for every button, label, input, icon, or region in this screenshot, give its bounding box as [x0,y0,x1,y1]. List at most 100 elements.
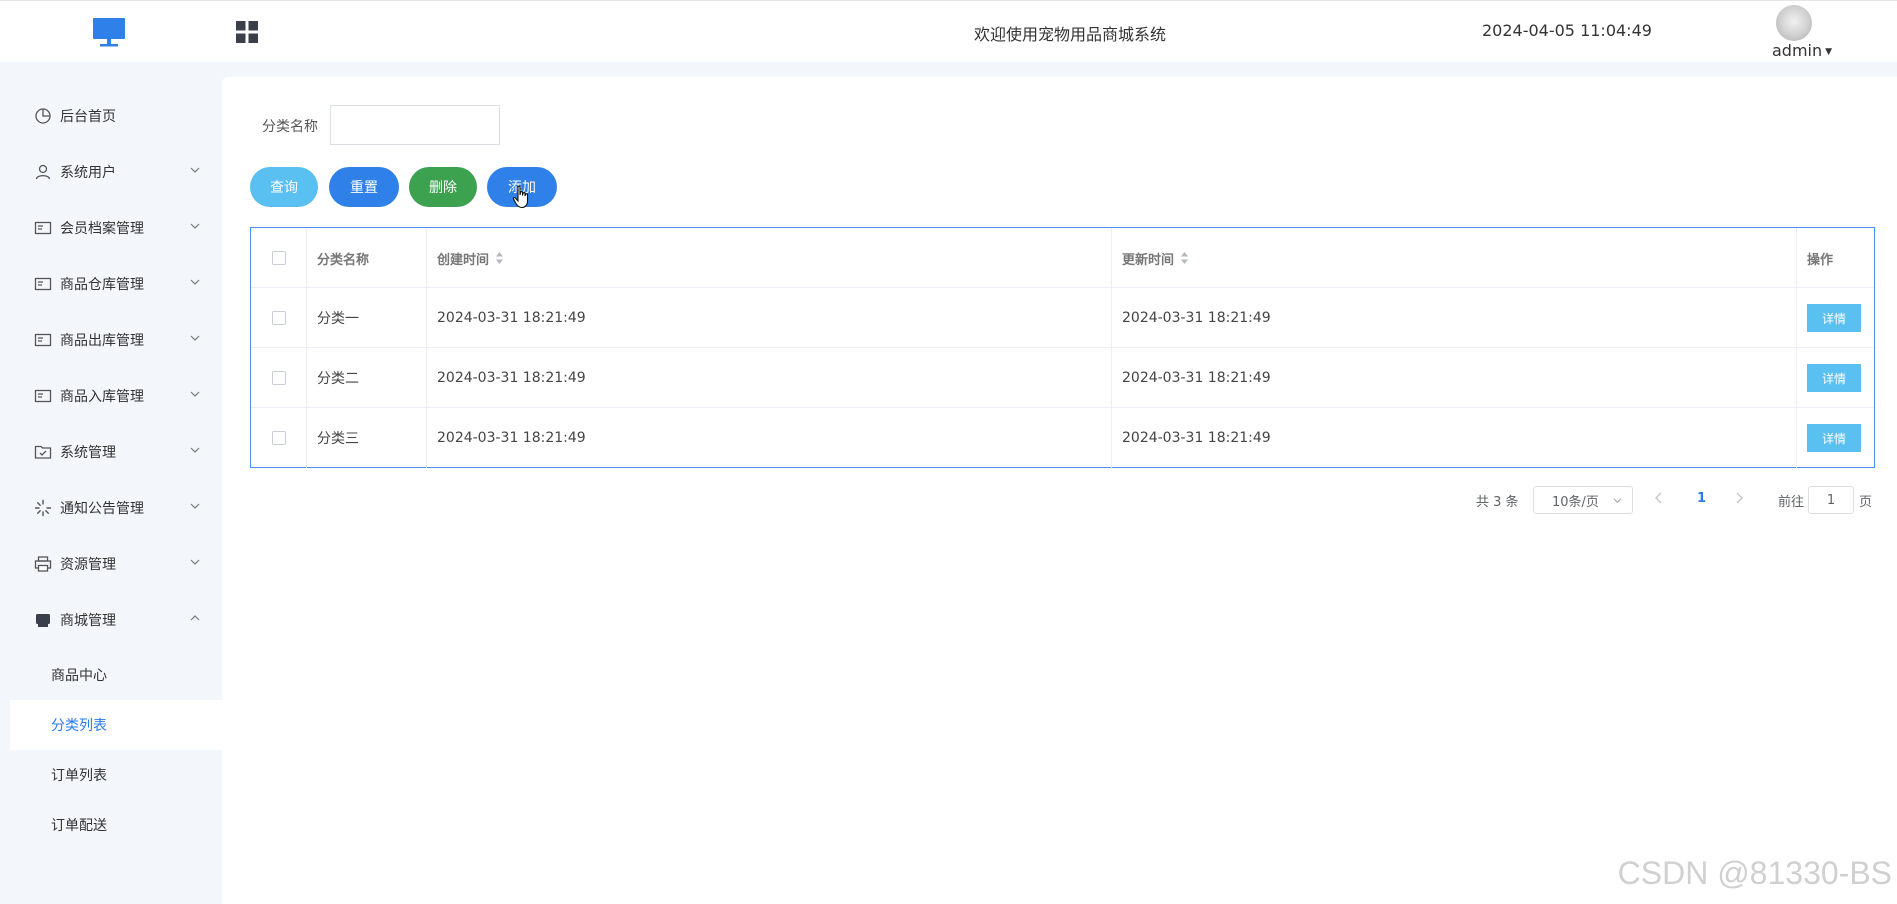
chevron-up-icon [190,615,200,621]
select-all-checkbox[interactable] [271,251,286,265]
id-card-icon [34,333,52,347]
sidebar-subitem-label: 订单配送 [51,818,107,834]
sidebar-item-inbound[interactable]: 商品入库管理 [10,368,222,424]
cell-created: 2024-03-31 18:21:49 [426,348,1111,408]
id-card-icon [34,221,52,235]
chevron-down-icon [1613,498,1622,504]
cell-updated: 2024-03-31 18:21:49 [1111,288,1796,348]
header-name: 分类名称 [306,228,426,288]
goto-label: 前往 [1778,495,1805,510]
cell-action: 详情 [1796,408,1876,468]
id-card-icon [34,389,52,403]
sidebar-item-member-archive[interactable]: 会员档案管理 [10,200,222,256]
cell-created: 2024-03-31 18:21:49 [426,408,1111,468]
header-checkbox-cell [251,228,306,288]
page-size-select[interactable]: 10条/页 [1533,486,1633,514]
page-number-current[interactable]: 1 [1697,491,1706,506]
sidebar-item-label: 后台首页 [60,109,116,125]
cell-name: 分类三 [306,408,426,468]
sidebar-item-resources[interactable]: 资源管理 [10,536,222,592]
loading-icon [34,499,52,517]
header-updated[interactable]: 更新时间 [1111,228,1796,288]
sidebar-subitem-category-list[interactable]: 分类列表 [10,700,222,750]
header-action-label: 操作 [1807,252,1834,268]
add-button[interactable]: 添加 [487,167,557,207]
sidebar-item-label: 系统管理 [60,445,116,461]
sidebar-item-notice[interactable]: 通知公告管理 [10,480,222,536]
sidebar-item-dashboard[interactable]: 后台首页 [10,88,222,144]
page-size-value: 10条/页 [1552,494,1599,510]
header-created[interactable]: 创建时间 [426,228,1111,288]
table-header-row: 分类名称 创建时间 更新时间 操作 [251,228,1874,288]
main-content: 分类名称 查询 重置 删除 添加 分类名称 创建时间 更新时间 操作 分类一 2… [222,77,1897,904]
category-table: 分类名称 创建时间 更新时间 操作 分类一 2024-03-31 18:21:4… [250,227,1875,468]
sidebar-item-system-management[interactable]: 系统管理 [10,424,222,480]
sidebar-item-label: 商品入库管理 [60,389,144,405]
user-menu[interactable]: admin ▼ [1772,41,1832,60]
printer-icon [34,556,52,572]
chevron-down-icon [190,223,200,229]
sidebar-item-warehouse[interactable]: 商品仓库管理 [10,256,222,312]
sidebar-subitem-product-center[interactable]: 商品中心 [10,650,222,700]
sidebar-subitem-label: 订单列表 [51,768,107,784]
detail-button[interactable]: 详情 [1807,424,1861,452]
chevron-down-icon [190,559,200,565]
sort-icon[interactable] [1180,251,1189,265]
header-action: 操作 [1796,228,1876,288]
pagination-total: 共 3 条 [1476,495,1519,510]
reset-button[interactable]: 重置 [329,167,399,207]
sidebar-item-label: 通知公告管理 [60,501,144,517]
cell-updated: 2024-03-31 18:21:49 [1111,348,1796,408]
row-checkbox-cell [251,348,306,408]
cell-action: 详情 [1796,288,1876,348]
chevron-down-icon [190,503,200,509]
username: admin [1772,41,1823,60]
sidebar-subitem-order-delivery[interactable]: 订单配送 [10,800,222,850]
detail-button[interactable]: 详情 [1807,364,1861,392]
goto-page-input[interactable] [1808,486,1854,514]
folder-check-icon [34,445,52,459]
user-icon [35,164,51,180]
category-name-input[interactable] [330,105,500,145]
row-checkbox[interactable] [271,431,286,445]
header-updated-label: 更新时间 [1122,252,1175,268]
cell-action: 详情 [1796,348,1876,408]
query-button[interactable]: 查询 [250,167,318,207]
table-row: 分类三 2024-03-31 18:21:49 2024-03-31 18:21… [251,408,1874,468]
cell-name: 分类二 [306,348,426,408]
cell-updated: 2024-03-31 18:21:49 [1111,408,1796,468]
pie-chart-icon [35,108,51,124]
detail-button[interactable]: 详情 [1807,304,1861,332]
delete-button[interactable]: 删除 [409,167,477,207]
sidebar-item-label: 资源管理 [60,557,116,573]
table-row: 分类二 2024-03-31 18:21:49 2024-03-31 18:21… [251,348,1874,408]
cell-name: 分类一 [306,288,426,348]
sidebar: 后台首页 系统用户 会员档案管理 商品仓库管理 商品出库管理 商品入库管理 系统… [0,62,222,904]
sort-icon[interactable] [495,251,504,265]
sidebar-item-label: 商品出库管理 [60,333,144,349]
sidebar-item-label: 商城管理 [60,613,116,629]
sidebar-subitem-order-list[interactable]: 订单列表 [10,750,222,800]
search-label: 分类名称 [262,119,318,135]
top-header: 欢迎使用宠物用品商城系统 2024-04-05 11:04:49 admin ▼ [0,0,1897,62]
row-checkbox[interactable] [271,311,286,325]
row-checkbox-cell [251,408,306,468]
sidebar-subitem-label: 商品中心 [51,668,107,684]
chevron-down-icon [190,391,200,397]
current-datetime: 2024-04-05 11:04:49 [1482,21,1652,40]
sidebar-item-shop-management[interactable]: 商城管理 [10,592,222,648]
watermark: CSDN @81330-BS [1617,855,1892,891]
sidebar-item-label: 商品仓库管理 [60,277,144,293]
sidebar-item-label: 系统用户 [60,165,116,181]
sidebar-item-system-users[interactable]: 系统用户 [10,144,222,200]
avatar[interactable] [1776,5,1812,41]
row-checkbox[interactable] [271,371,286,385]
cell-created: 2024-03-31 18:21:49 [426,288,1111,348]
prev-page-icon[interactable] [1652,491,1666,505]
next-page-icon[interactable] [1732,491,1746,505]
sidebar-item-outbound[interactable]: 商品出库管理 [10,312,222,368]
header-name-label: 分类名称 [317,252,370,268]
header-created-label: 创建时间 [437,252,490,268]
page-unit-label: 页 [1859,495,1873,510]
caret-down-icon: ▼ [1825,47,1833,57]
